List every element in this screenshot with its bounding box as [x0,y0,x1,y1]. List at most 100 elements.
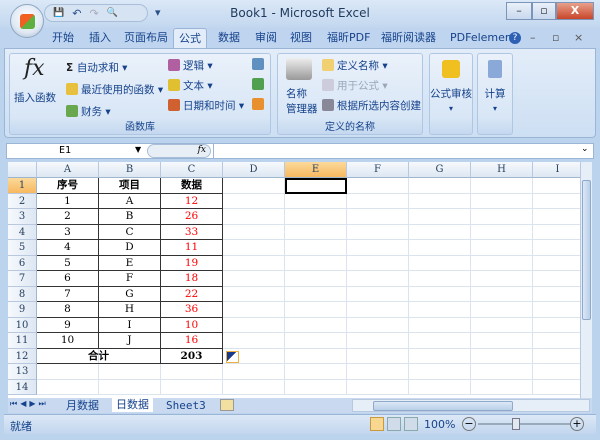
cell[interactable] [347,193,409,209]
tab-1[interactable]: 插入 [89,28,111,48]
cell[interactable] [409,317,471,333]
cell[interactable] [471,193,533,209]
data-cell[interactable]: 10 [161,317,223,333]
column-header-C[interactable]: C [161,162,223,178]
data-cell[interactable]: 7 [37,286,99,302]
row-header-1[interactable]: 1 [8,178,37,194]
row-header-4[interactable]: 4 [8,224,37,240]
print-preview-icon[interactable]: 🔍 [107,8,118,18]
calculation-button[interactable]: 计算 ▾ [477,53,513,135]
cell[interactable] [223,240,285,256]
cell[interactable] [223,286,285,302]
cell[interactable] [533,256,580,271]
cell[interactable] [99,379,161,395]
cell[interactable] [471,224,533,240]
data-cell[interactable]: 5 [37,255,99,271]
cell[interactable] [347,224,409,240]
tab-5[interactable]: 审阅 [255,28,277,48]
office-button[interactable] [10,4,44,38]
selected-cell-e1[interactable] [285,178,347,194]
cell[interactable] [285,209,347,225]
cell[interactable] [533,302,580,318]
data-cell[interactable]: B [99,209,161,225]
cell[interactable] [285,224,347,240]
cell[interactable] [409,271,471,287]
cell[interactable] [409,255,471,271]
cell[interactable] [471,286,533,302]
cell[interactable] [347,302,409,318]
cell[interactable] [409,224,471,240]
cell[interactable] [347,240,409,256]
cell[interactable] [223,224,285,240]
cell[interactable] [285,193,347,209]
row-header-5[interactable]: 5 [8,240,37,256]
row-header-11[interactable]: 11 [8,333,37,349]
data-cell[interactable]: H [99,302,161,318]
redo-icon[interactable]: ↷ [89,7,98,20]
cell[interactable] [471,317,533,333]
cell[interactable] [347,317,409,333]
data-cell[interactable]: 19 [161,255,223,271]
name-box-dropdown-icon[interactable]: ▼ [135,145,141,154]
tab-6[interactable]: 视图 [290,28,312,48]
cell[interactable] [533,287,580,302]
cell[interactable] [285,317,347,333]
data-cell[interactable]: I [99,317,161,333]
data-cell[interactable]: 26 [161,209,223,225]
cell[interactable] [533,225,580,240]
row-header-8[interactable]: 8 [8,286,37,302]
cell[interactable] [471,240,533,256]
cell[interactable] [409,364,471,380]
math-button[interactable] [252,78,267,91]
cell[interactable] [533,194,580,209]
tab-4[interactable]: 数据 [218,28,240,48]
cell[interactable] [285,364,347,380]
cell[interactable] [471,302,533,318]
row-header-12[interactable]: 12 [8,348,37,364]
save-icon[interactable]: 💾 [53,8,64,18]
cell[interactable] [285,240,347,256]
data-cell[interactable]: 16 [161,333,223,349]
ribbon-minimize-icon[interactable]: – [530,31,536,44]
cell[interactable] [533,318,580,333]
paste-options-icon[interactable] [226,350,239,363]
cell[interactable] [347,255,409,271]
column-header-D[interactable]: D [223,162,285,178]
cell[interactable] [347,271,409,287]
name-manager-button[interactable]: 名称 管理器 [286,86,318,116]
data-cell[interactable]: 1 [37,193,99,209]
customize-qat-icon[interactable]: ▾ [155,6,161,19]
data-cell[interactable]: 18 [161,271,223,287]
minimize-button[interactable]: – [506,2,532,20]
cell[interactable] [409,193,471,209]
data-cell[interactable]: 33 [161,224,223,240]
ribbon-restore-icon[interactable]: ▫ [552,31,559,44]
data-cell[interactable]: 4 [37,240,99,256]
cell[interactable] [409,286,471,302]
cell[interactable] [347,209,409,225]
cell[interactable] [347,333,409,349]
row-header-7[interactable]: 7 [8,271,37,287]
data-cell[interactable]: G [99,286,161,302]
cell[interactable] [285,255,347,271]
cell[interactable] [347,286,409,302]
data-cell[interactable]: E [99,255,161,271]
sheet-nav-arrows-icon[interactable]: ⏮◀▶⏭ [10,399,49,409]
datetime-button[interactable]: 日期和时间 ▾ [168,98,244,113]
cell[interactable] [409,240,471,256]
data-cell[interactable]: C [99,224,161,240]
row-header-2[interactable]: 2 [8,193,37,209]
vertical-scrollbar[interactable] [580,162,592,398]
cell[interactable] [409,209,471,225]
cell[interactable] [409,333,471,349]
insert-sheet-icon[interactable] [220,399,234,411]
sheet-tab-1[interactable]: 日数据 [112,397,153,412]
row-header-3[interactable]: 3 [8,209,37,225]
cell[interactable] [409,379,471,395]
cell[interactable] [533,240,580,256]
tab-7[interactable]: 福昕PDF [327,28,370,48]
data-cell[interactable]: 22 [161,286,223,302]
cell[interactable] [285,333,347,349]
data-cell[interactable]: 8 [37,302,99,318]
cell[interactable] [223,193,285,209]
